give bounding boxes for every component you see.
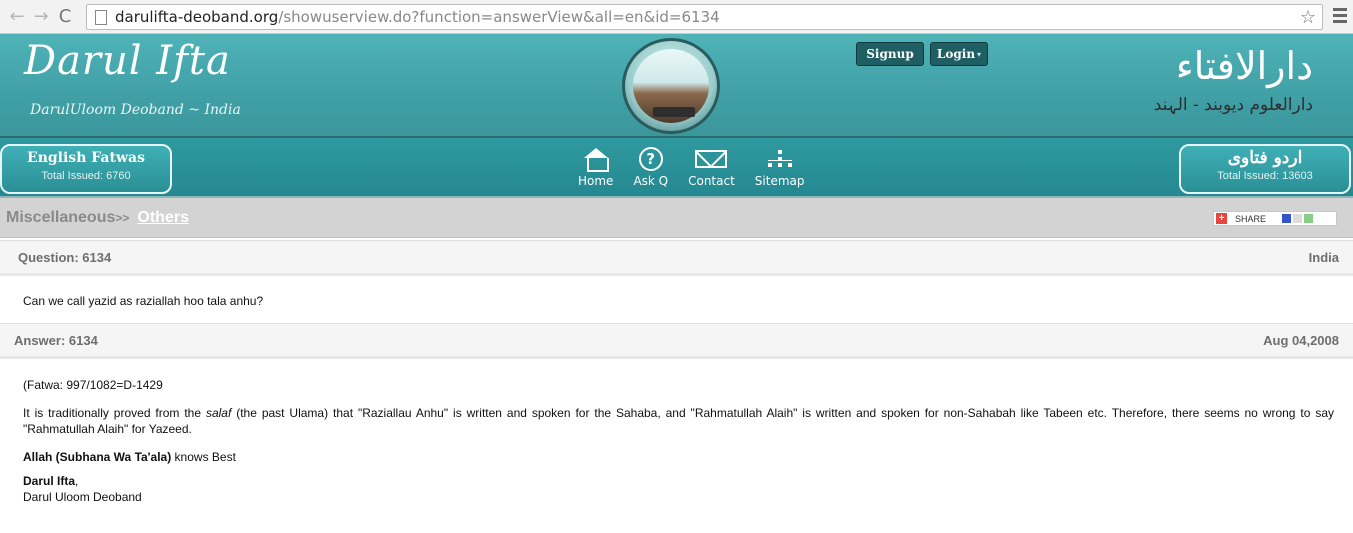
answer-signature: Darul Ifta, Darul Uloom Deoband [23,473,1334,505]
nav-links: Home ? Ask Q Contact Sitemap [578,146,825,188]
site-header: Darul Ifta DarulUloom Deoband ~ India Si… [0,34,1353,138]
urdu-fatwas-count: Total Issued: 13603 [1217,170,1313,182]
answer-number: Answer: 6134 [14,332,98,348]
urdu-fatwas-title: اردو فتاوی [1227,148,1303,168]
darul-uloom-logo[interactable] [622,38,720,134]
nav-ask-question[interactable]: ? Ask Q [633,146,668,188]
sitemap-icon [767,150,792,168]
reload-button[interactable]: C [54,6,76,28]
nav-ask-label: Ask Q [633,174,669,188]
home-icon [582,148,610,172]
answer-paragraph-italic: salaf [205,406,232,420]
breadcrumb-category: Miscellaneous [6,208,116,226]
address-bar[interactable]: darulifta-deoband.org/showuserview.do?fu… [86,4,1323,30]
urdu-site-subtitle: دارالعلوم دیوبند - الہند [1153,95,1313,115]
nav-home[interactable]: Home [578,146,613,188]
question-icon: ? [638,147,663,171]
browser-toolbar: ← → C darulifta-deoband.org/showuserview… [0,0,1353,34]
fatwa-reference: (Fatwa: 997/1082=D-1429 [23,378,163,392]
page-icon [95,9,107,25]
forward-arrow-icon: → [33,6,49,27]
answer-closing-bold: Allah (Subhana Wa Ta'ala) [23,450,172,464]
login-label: Login [936,47,976,61]
browser-menu-icon[interactable] [1333,8,1347,26]
nav-contact[interactable]: Contact [688,146,735,188]
answer-header: Answer: 6134 Aug 04,2008 [0,323,1353,359]
question-text: Can we call yazid as raziallah hoo tala … [23,294,264,308]
bookmark-star-icon[interactable]: ☆ [1300,7,1316,28]
question-country: India [1308,249,1339,265]
answer-date: Aug 04,2008 [1263,332,1339,348]
main-navbar: English Fatwas Total Issued: 6760 Home ?… [0,138,1353,198]
english-fatwas-count: Total Issued: 6760 [41,170,131,182]
nav-sitemap[interactable]: Sitemap [755,146,805,188]
login-button[interactable]: Login ▾ [930,42,988,66]
answer-body: (Fatwa: 997/1082=D-1429 It is traditiona… [0,359,1353,505]
answer-closing-rest: knows Best [171,450,236,464]
site-title[interactable]: Darul Ifta [24,38,231,84]
breadcrumb: Miscellaneous >> Others + SHARE [0,198,1353,238]
english-fatwas-box[interactable]: English Fatwas Total Issued: 6760 [0,144,172,194]
nav-sitemap-label: Sitemap [754,174,805,188]
reload-icon: C [58,6,72,27]
answer-closing: Allah (Subhana Wa Ta'ala) knows Best [23,449,1334,465]
share-label: SHARE [1235,213,1267,224]
question-number: Question: 6134 [18,249,112,265]
url-path: /showuserview.do?function=answerView&all… [278,8,720,26]
urdu-fatwas-box[interactable]: اردو فتاوی Total Issued: 13603 [1179,144,1351,194]
site-subtitle: DarulUloom Deoband ~ India [30,102,241,118]
back-button[interactable]: ← [6,6,28,28]
share-plus-icon: + [1216,213,1227,224]
signature-comma: , [75,474,79,488]
nav-contact-label: Contact [688,174,735,188]
answer-paragraph: It is traditionally proved from the sala… [23,405,1334,437]
url-host: darulifta-deoband.org [115,8,279,26]
urdu-site-title: دارالافتاء [1175,44,1313,88]
signature-name: Darul Ifta [23,474,76,488]
forward-button[interactable]: → [30,6,52,28]
nav-home-label: Home [578,174,614,188]
envelope-icon [695,150,728,168]
answer-paragraph-start: It is traditionally proved from the [23,406,206,420]
social-icons [1282,214,1315,223]
breadcrumb-separator: >> [115,210,130,225]
signature-institution: Darul Uloom Deoband [23,490,142,504]
breadcrumb-subcategory-link[interactable]: Others [137,209,189,227]
share-button[interactable]: + SHARE [1213,211,1337,226]
signup-button[interactable]: Signup [856,42,924,66]
chevron-down-icon: ▾ [977,49,982,59]
logo-seal [653,107,695,117]
back-arrow-icon: ← [9,6,25,27]
english-fatwas-title: English Fatwas [27,150,145,166]
question-header: Question: 6134 India [0,240,1353,276]
